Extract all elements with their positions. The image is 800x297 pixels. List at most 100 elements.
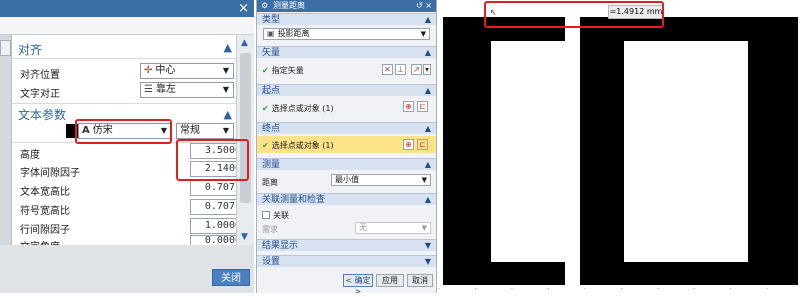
field-label: 高度 <box>20 150 40 161</box>
require-select: 无 ▼ <box>355 222 431 234</box>
left-tab[interactable] <box>0 40 11 56</box>
divider <box>12 103 236 104</box>
field-label: 行间隙因子 <box>20 225 70 236</box>
chevron-down-icon: ▼ <box>222 126 229 135</box>
expand-caret-icon[interactable]: ▼ <box>425 256 431 268</box>
collapse-caret-icon[interactable]: ▲ <box>425 159 431 171</box>
field-label: 字体间隙因子 <box>20 168 80 179</box>
collapse-caret-icon[interactable]: ▲ <box>425 194 431 206</box>
text-settings-dialog: × 对齐 ▲ 对齐位置 ✛ 中心 ▼ 文字对正 ☰ 靠左 ▼ 文本参数 ▲ A 仿宋 … <box>0 0 254 293</box>
section-title-text-params[interactable]: 文本参数 <box>18 106 66 123</box>
chevron-down-icon: ▼ <box>222 66 229 75</box>
projection-icon: ▣ <box>267 29 275 38</box>
apply-button[interactable]: 应用 <box>376 274 404 287</box>
check-icon: ✔ <box>262 66 269 75</box>
start-point-label: 选择点或对象 (1) <box>271 104 334 113</box>
collapse-caret-icon[interactable]: ▲ <box>425 47 431 59</box>
collapse-caret-icon[interactable]: ▲ <box>425 85 431 97</box>
distance-value: 最小值 <box>335 175 359 184</box>
gear-icon[interactable]: ⚙ <box>261 0 268 12</box>
chevron-down-icon[interactable]: ▾ <box>423 64 431 75</box>
point-select-icon[interactable]: ⊏ <box>417 139 428 150</box>
section-associative[interactable]: 关联测量和检查 ▲ <box>257 193 436 205</box>
vector-label: 指定矢量 <box>271 66 304 75</box>
frame-shape <box>443 262 565 285</box>
collapse-caret-icon[interactable]: ▲ <box>224 41 232 54</box>
check-icon: ✔ <box>262 141 269 150</box>
graphics-view[interactable]: ↖ =1.4912 mm · · · · · · · · · · · · · ·… <box>438 0 800 293</box>
close-icon[interactable]: × <box>238 1 249 16</box>
text-justify-value: 靠左 <box>155 84 176 95</box>
chevron-down-icon: ▼ <box>421 224 427 232</box>
text-justify-select[interactable]: ☰ 靠左 ▼ <box>140 82 234 98</box>
collapse-caret-icon[interactable]: ▲ <box>425 14 431 26</box>
scroll-up-icon[interactable]: ▲ <box>241 38 248 48</box>
section-measure[interactable]: 测量 ▲ <box>257 158 436 170</box>
cancel-button[interactable]: 取消 <box>407 274 433 287</box>
frame-shape <box>580 17 624 285</box>
dialog-title-bar: ⚙ 测量距离 ↺ × <box>257 0 436 12</box>
field-label: 文本宽高比 <box>20 187 70 198</box>
highlight-box <box>176 139 249 181</box>
align-position-select[interactable]: ✛ 中心 ▼ <box>140 63 234 79</box>
dialog-toolbar-strip <box>0 17 254 35</box>
chevron-down-icon: ▼ <box>222 85 229 94</box>
type-value: 投影距离 <box>277 29 310 38</box>
type-select[interactable]: ▣ 投影距离 ▼ <box>263 28 430 40</box>
section-title: 设置 <box>262 257 281 267</box>
window-controls[interactable]: ↺ × <box>416 0 432 12</box>
section-type[interactable]: 类型 ▲ <box>257 13 436 25</box>
frame-shape <box>580 262 798 285</box>
section-title: 测量 <box>262 160 281 170</box>
align-position-label: 对齐位置 <box>20 70 60 81</box>
associative-label: 关联 <box>273 211 289 220</box>
text-justify-label: 文字对正 <box>20 89 60 100</box>
axis-icon[interactable]: ⊥ <box>395 64 406 75</box>
point-dialog-icon[interactable]: ⊕ <box>403 101 414 112</box>
collapse-caret-icon[interactable]: ▲ <box>425 123 431 135</box>
expand-caret-icon[interactable]: ▼ <box>425 240 431 252</box>
section-vector[interactable]: 矢量 ▲ <box>257 46 436 58</box>
section-title-align[interactable]: 对齐 <box>18 41 42 58</box>
highlight-box <box>75 119 172 144</box>
dialog-left-edge <box>0 35 12 245</box>
section-title: 终点 <box>262 124 281 134</box>
distance-select[interactable]: 最小值 ▼ <box>331 174 431 186</box>
reverse-vector-icon[interactable]: ✕ <box>382 64 393 75</box>
field-label: 符号宽高比 <box>20 206 70 217</box>
vector-dialog-icon[interactable]: ↗ <box>411 64 422 75</box>
crosshair-icon: ✛ <box>144 65 153 76</box>
section-title: 类型 <box>262 15 281 25</box>
collapse-caret-icon[interactable]: ▲ <box>224 108 232 121</box>
font-style-select[interactable]: 常规 ▼ <box>176 123 234 139</box>
frame-shape <box>443 17 491 285</box>
dialog-title-bar: × <box>0 0 254 17</box>
point-dialog-icon[interactable]: ⊕ <box>403 139 414 150</box>
chevron-down-icon: ▼ <box>420 30 426 38</box>
chevron-down-icon: ▼ <box>421 176 427 184</box>
section-start-point[interactable]: 起点 ▲ <box>257 84 436 96</box>
checkbox[interactable] <box>262 211 270 219</box>
vector-row[interactable]: ✔ 指定矢量 <box>257 65 436 76</box>
check-icon: ✔ <box>262 104 269 113</box>
divider <box>12 58 236 59</box>
end-point-label: 选择点或对象 (1) <box>271 141 334 150</box>
dialog-title: 测量距离 <box>273 1 305 10</box>
section-title: 矢量 <box>262 48 281 58</box>
section-title: 结果显示 <box>262 241 299 251</box>
frame-shape <box>748 17 798 285</box>
measure-distance-dialog: ⚙ 测量距离 ↺ × 类型 ▲ ▣ 投影距离 ▼ 矢量 ▲ ✔ 指定矢量 ✕ ⊥ ↗… <box>256 0 437 296</box>
section-settings[interactable]: 设置 ▼ <box>257 255 436 267</box>
close-button[interactable]: 关闭 <box>212 269 250 286</box>
section-results[interactable]: 结果显示 ▼ <box>257 239 436 251</box>
scroll-down-icon[interactable]: ▼ <box>241 232 248 242</box>
point-select-icon[interactable]: ⊏ <box>417 101 428 112</box>
font-style-value: 常规 <box>180 125 200 136</box>
justify-left-icon: ☰ <box>144 84 153 95</box>
grid-dots: · · · · · · · · · · · · · · · · · · · <box>438 285 800 293</box>
ok-button[interactable]: < 确定 > <box>343 274 373 296</box>
section-title: 起点 <box>262 86 281 96</box>
section-end-point[interactable]: 终点 ▲ <box>257 122 436 134</box>
section-title: 关联测量和检查 <box>262 195 326 205</box>
associative-checkbox[interactable]: 关联 <box>257 210 436 221</box>
